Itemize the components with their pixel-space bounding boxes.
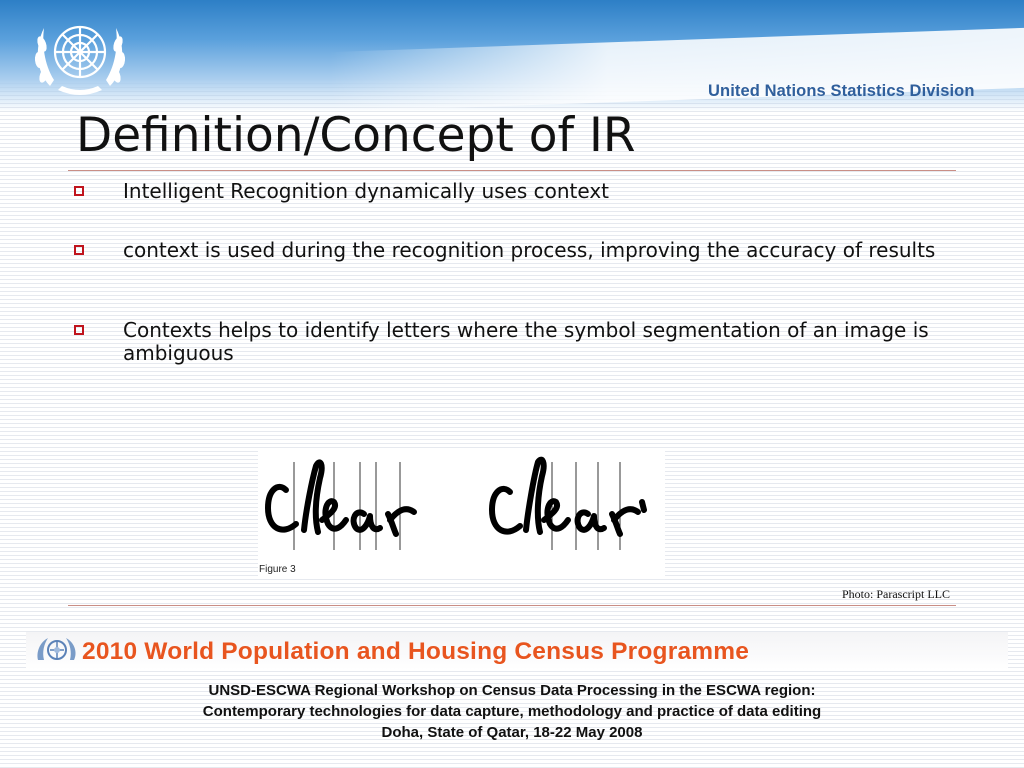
banner-title: 2010 World Population and Housing Census…: [82, 638, 750, 665]
bottom-divider: [68, 605, 956, 606]
handwriting-image: [265, 456, 647, 550]
org-name: United Nations Statistics Division: [708, 82, 975, 100]
square-bullet-icon: [74, 325, 84, 335]
footer-line: Doha, State of Qatar, 18-22 May 2008: [381, 724, 643, 741]
bullet-text: Intelligent Recognition dynamically uses…: [123, 179, 610, 203]
page-title: Definition/Concept of IR: [76, 108, 636, 163]
handwriting-figure: Figure 3: [258, 450, 665, 578]
list-item: Contexts helps to identify letters where…: [70, 319, 950, 366]
bullet-text: Contexts helps to identify letters where…: [123, 318, 929, 365]
un-emblem-icon: [34, 25, 126, 95]
photo-credit: Photo: Parascript LLC: [842, 587, 950, 601]
square-bullet-icon: [74, 245, 84, 255]
bullet-text: context is used during the recognition p…: [123, 238, 936, 262]
list-item: context is used during the recognition p…: [70, 239, 950, 286]
list-item: Intelligent Recognition dynamically uses…: [70, 180, 950, 204]
census-programme-logo-icon: [37, 638, 76, 660]
bullet-list: Intelligent Recognition dynamically uses…: [70, 180, 950, 366]
footer-line: UNSD-ESCWA Regional Workshop on Census D…: [208, 682, 816, 699]
census-banner: 2010 World Population and Housing Census…: [26, 632, 1008, 670]
square-bullet-icon: [74, 186, 84, 196]
figure-caption: Figure 3: [259, 564, 296, 575]
footer-line: Contemporary technologies for data captu…: [202, 703, 822, 720]
title-divider: [68, 170, 956, 171]
slide-background: United Nations Statistics Division Defin…: [0, 0, 1024, 768]
footer: UNSD-ESCWA Regional Workshop on Census D…: [40, 680, 984, 743]
